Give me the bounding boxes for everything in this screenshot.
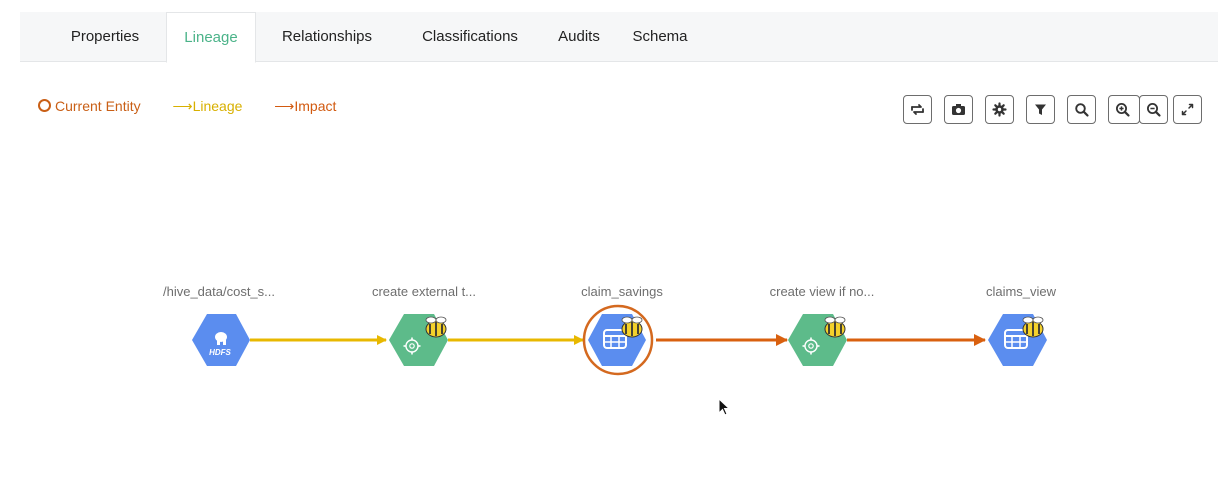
mouse-cursor-icon — [718, 398, 731, 416]
process-node-create-view[interactable] — [788, 314, 847, 366]
hive-bee-icon — [621, 316, 643, 338]
node-label-hdfs[interactable]: /hive_data/cost_s... — [134, 284, 304, 299]
hive-bee-icon — [824, 316, 846, 338]
table-node-claim-savings[interactable] — [582, 304, 654, 376]
node-label-create-view[interactable]: create view if no... — [737, 284, 907, 299]
node-label-claims-view[interactable]: claims_view — [936, 284, 1106, 299]
node-label-create-external[interactable]: create external t... — [339, 284, 509, 299]
hdfs-badge-text: HDFS — [209, 348, 231, 357]
table-node-claims-view[interactable] — [988, 314, 1047, 366]
lineage-graph: HDFS — [192, 304, 1047, 376]
process-node-create-external[interactable] — [389, 314, 448, 366]
node-label-claim-savings[interactable]: claim_savings — [537, 284, 707, 299]
hive-bee-icon — [425, 316, 447, 338]
hive-bee-icon — [1022, 316, 1044, 338]
hdfs-node[interactable]: HDFS — [192, 314, 250, 366]
